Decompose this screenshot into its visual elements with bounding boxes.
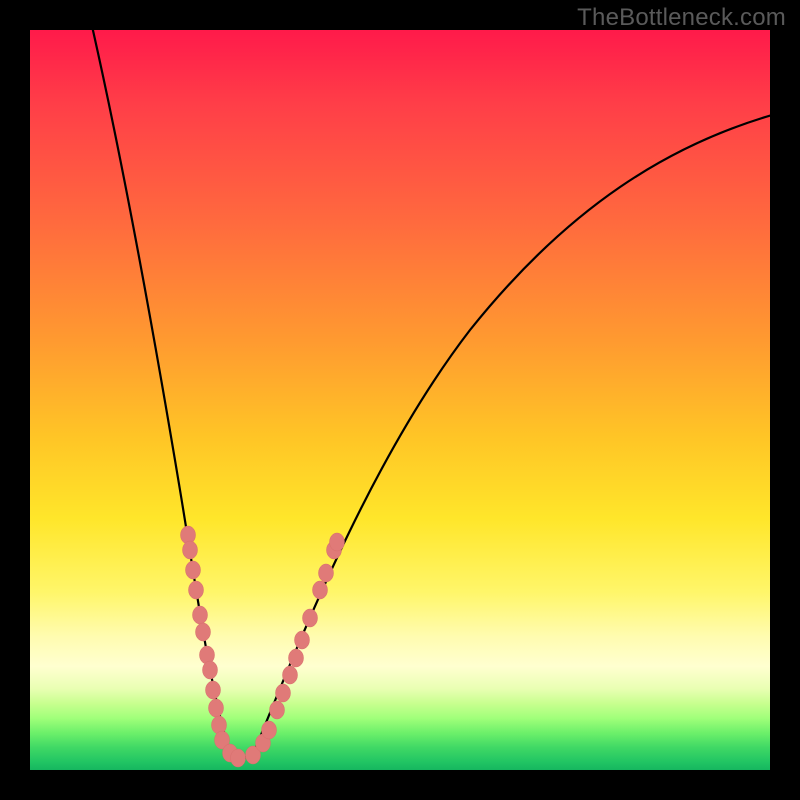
bead bbox=[313, 581, 328, 599]
bead bbox=[186, 561, 201, 579]
bead bbox=[209, 699, 224, 717]
bead bbox=[295, 631, 310, 649]
chart-overlay-svg bbox=[30, 30, 770, 770]
bead bbox=[330, 533, 345, 551]
bead bbox=[303, 609, 318, 627]
bead bbox=[289, 649, 304, 667]
bead bbox=[203, 661, 218, 679]
bead bbox=[193, 606, 208, 624]
bead bbox=[319, 564, 334, 582]
curve-right-branch bbox=[254, 115, 770, 752]
bead bbox=[189, 581, 204, 599]
chart-frame: TheBottleneck.com bbox=[0, 0, 800, 800]
curve-sample-beads bbox=[181, 526, 345, 767]
bead bbox=[270, 701, 285, 719]
bead bbox=[231, 749, 246, 767]
bead bbox=[183, 541, 198, 559]
bead bbox=[276, 684, 291, 702]
bead bbox=[262, 721, 277, 739]
bead bbox=[283, 666, 298, 684]
bead bbox=[196, 623, 211, 641]
plot-area bbox=[30, 30, 770, 770]
watermark-text: TheBottleneck.com bbox=[577, 4, 786, 32]
bead bbox=[206, 681, 221, 699]
curve-left-branch bbox=[92, 30, 230, 753]
